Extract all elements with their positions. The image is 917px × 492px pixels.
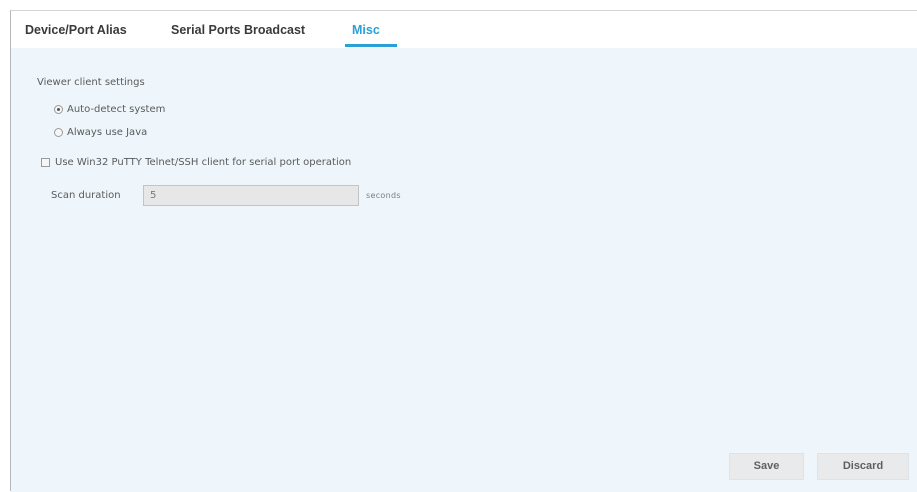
scan-duration-label: Scan duration	[51, 190, 121, 201]
tab-device-port-alias[interactable]: Device/Port Alias	[25, 23, 127, 37]
tab-bar: Device/Port Alias Serial Ports Broadcast…	[11, 11, 917, 48]
scan-duration-unit: seconds	[366, 191, 401, 200]
putty-client-checkbox[interactable]	[41, 158, 50, 167]
save-button[interactable]: Save	[729, 453, 804, 480]
viewer-client-settings-label: Viewer client settings	[37, 77, 145, 88]
auto-detect-radio[interactable]	[54, 105, 63, 114]
putty-client-checkbox-label[interactable]: Use Win32 PuTTY Telnet/SSH client for se…	[55, 157, 351, 168]
auto-detect-radio-label[interactable]: Auto-detect system	[67, 104, 165, 115]
misc-tab-content: Viewer client settings Auto-detect syste…	[11, 48, 917, 492]
discard-button[interactable]: Discard	[817, 453, 909, 480]
tab-serial-ports-broadcast[interactable]: Serial Ports Broadcast	[171, 23, 305, 37]
tab-misc[interactable]: Misc	[352, 23, 380, 37]
scan-duration-input[interactable]	[143, 185, 359, 206]
active-tab-indicator	[345, 44, 397, 47]
always-java-radio-label[interactable]: Always use Java	[67, 127, 147, 138]
settings-panel: Device/Port Alias Serial Ports Broadcast…	[10, 10, 917, 492]
always-java-radio[interactable]	[54, 128, 63, 137]
